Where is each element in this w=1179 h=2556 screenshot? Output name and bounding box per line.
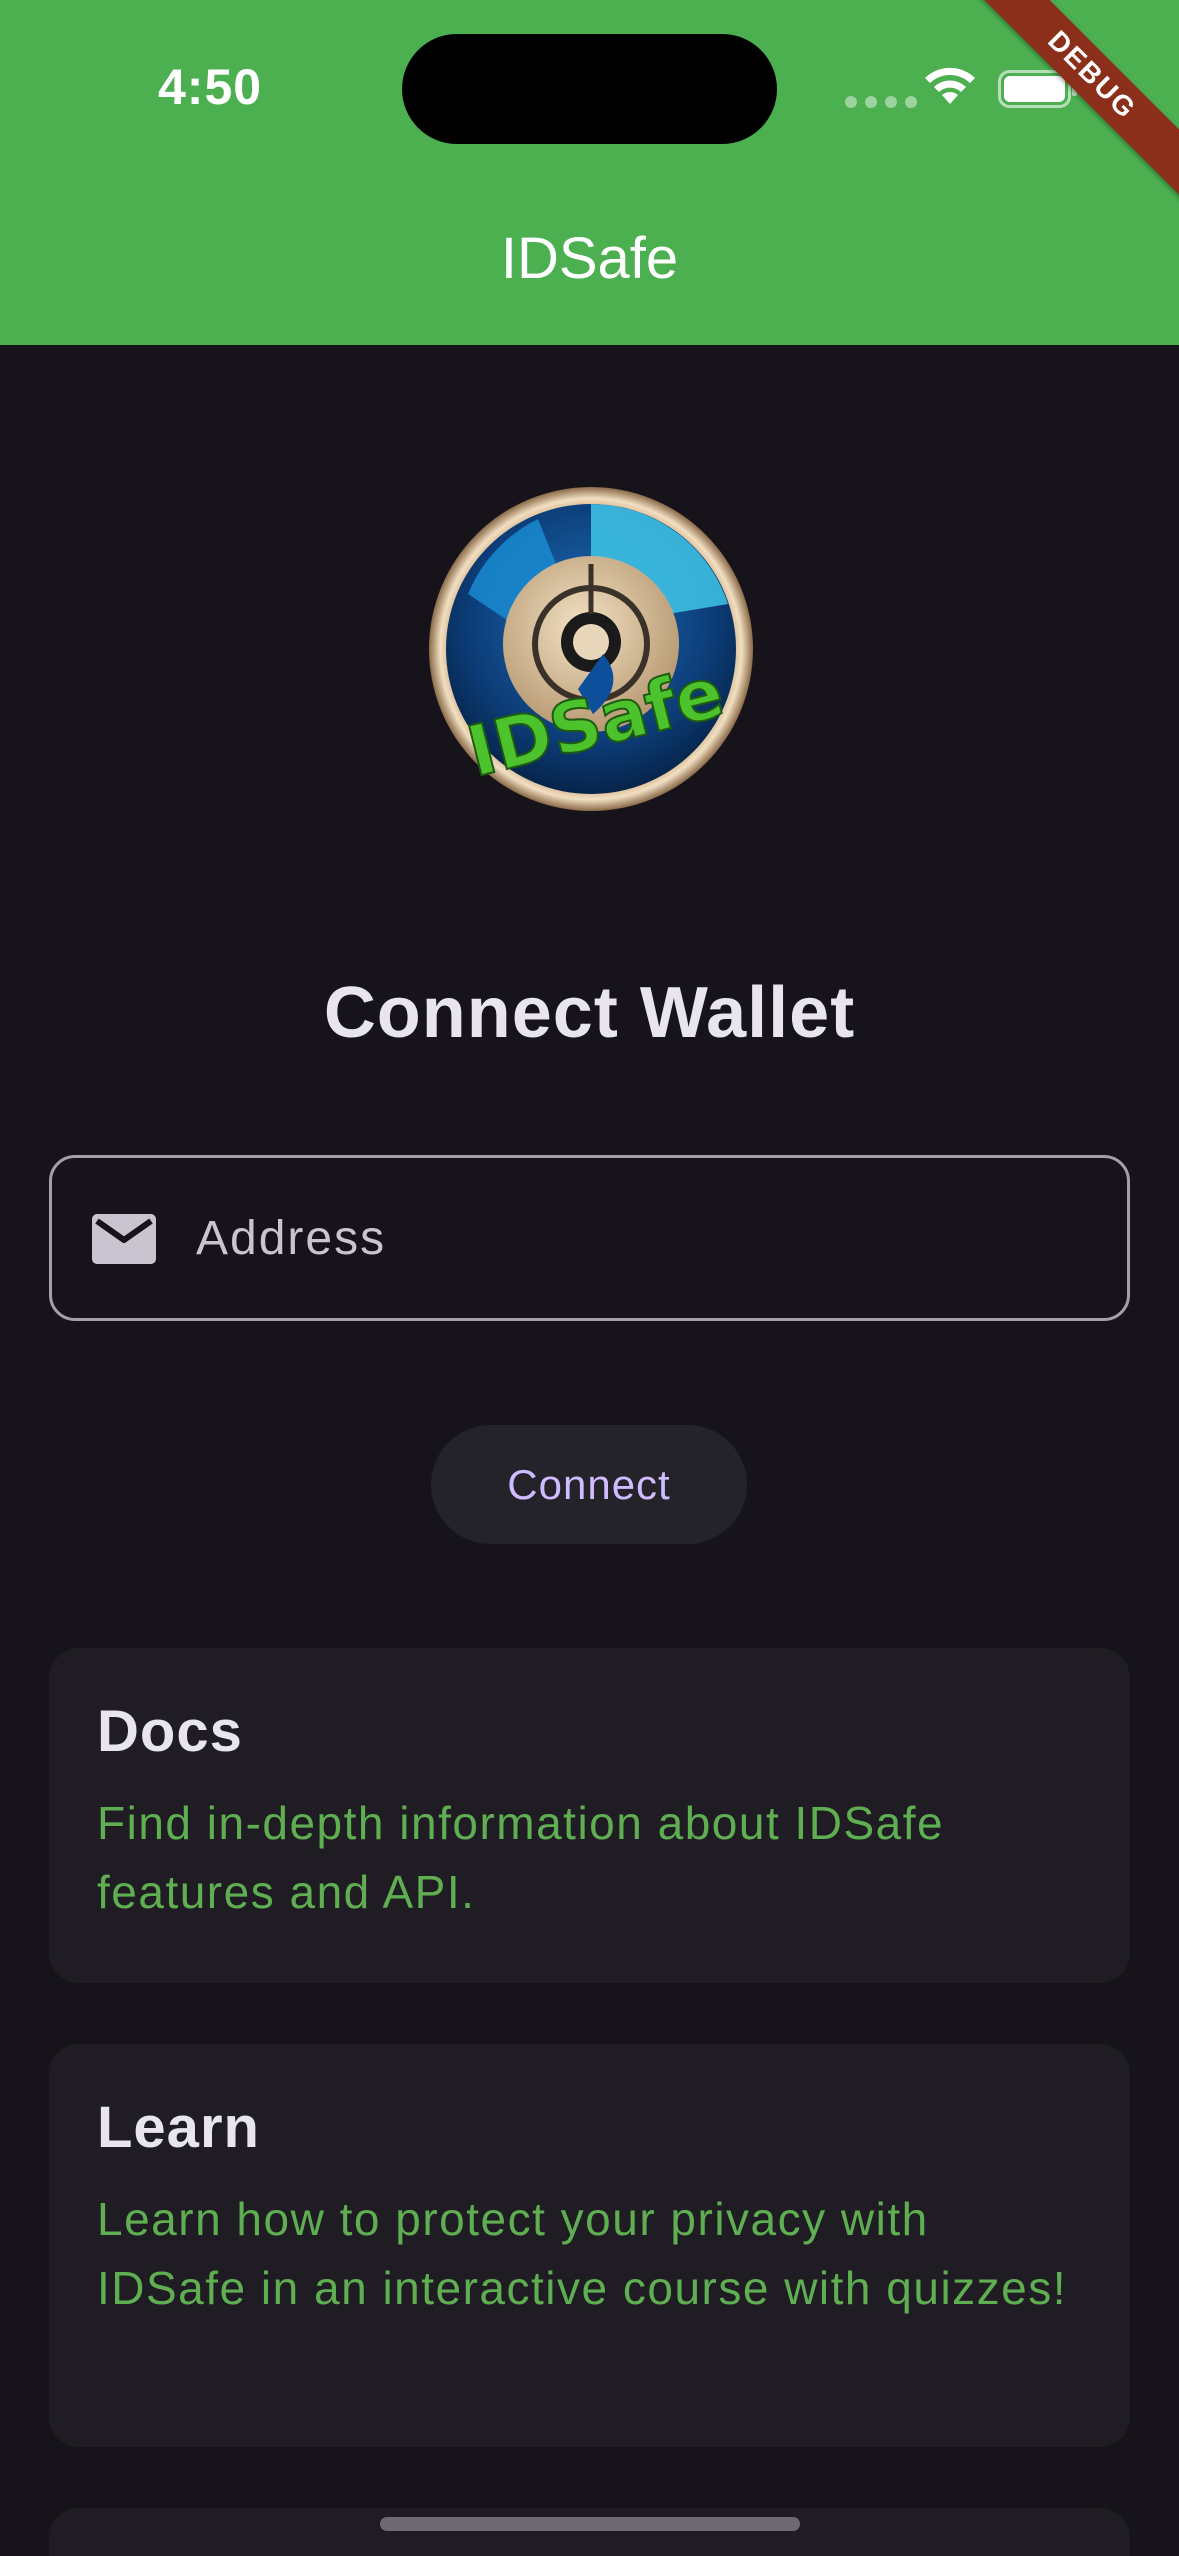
card-title: Learn (97, 2095, 260, 2160)
card-title: Docs (97, 1699, 243, 1764)
card-description: Find in-depth information about IDSafe f… (97, 1797, 945, 1918)
mail-icon (92, 1214, 156, 1264)
app-title: IDSafe (500, 226, 679, 291)
connect-button[interactable]: Connect (431, 1425, 747, 1544)
idsafe-logo: IDSafe (429, 487, 753, 811)
cellular-signal-icon (845, 96, 917, 108)
docs-card[interactable]: Docs Find in-depth information about IDS… (49, 1648, 1130, 1983)
learn-card[interactable]: Learn Learn how to protect your privacy … (49, 2044, 1130, 2447)
app-header: 4:50 IDSafe (0, 0, 1179, 345)
address-input[interactable] (196, 1188, 1096, 1288)
home-indicator[interactable] (380, 2517, 800, 2531)
app-screen: 4:50 IDSafe DEBUG IDSafe Connect Wallet … (0, 0, 1179, 2556)
address-field[interactable] (49, 1155, 1130, 1321)
connect-wallet-heading: Connect Wallet (323, 973, 856, 1053)
dynamic-island (402, 34, 777, 144)
next-card[interactable] (49, 2508, 1130, 2556)
wifi-icon (925, 67, 975, 104)
status-time: 4:50 (158, 59, 263, 115)
card-description: Learn how to protect your privacy with I… (97, 2193, 1068, 2314)
